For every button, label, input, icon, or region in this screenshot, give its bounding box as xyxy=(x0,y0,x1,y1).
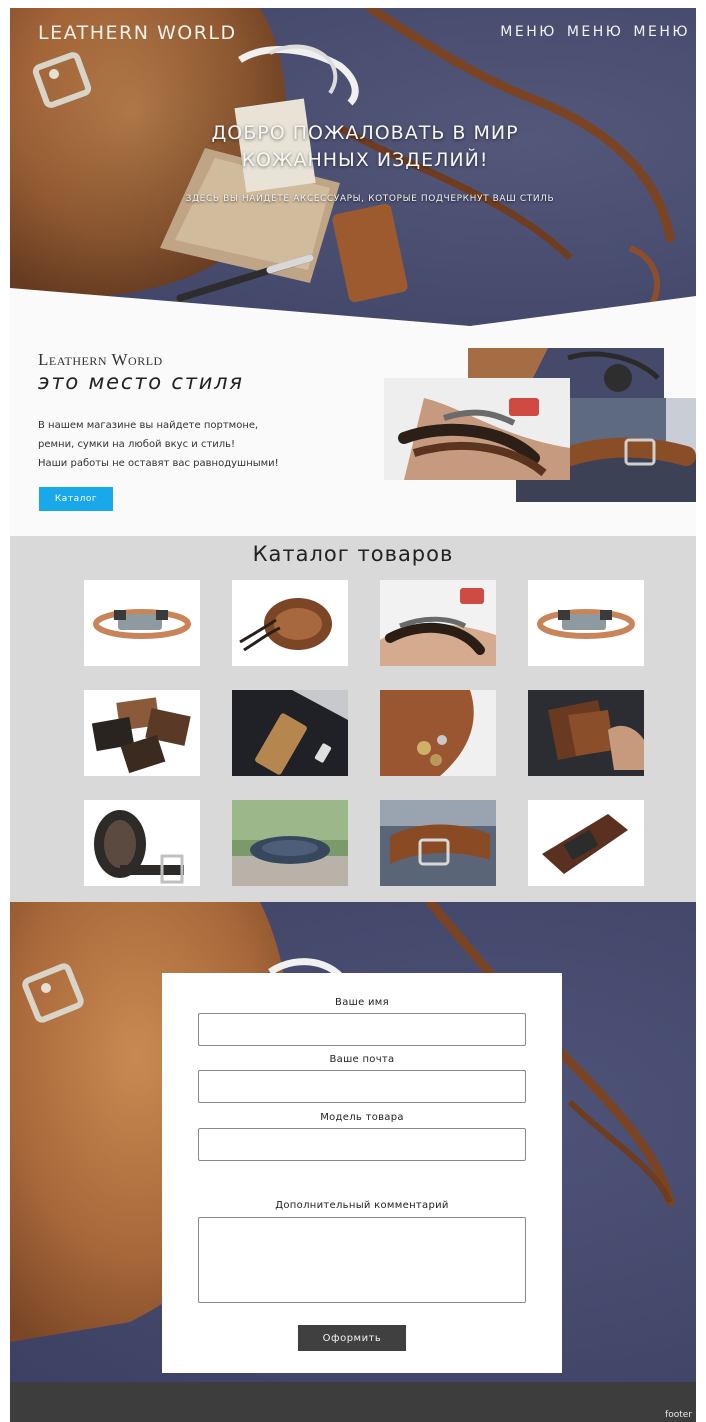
hero-title-line-1: ДОБРО ПОЖАЛОВАТЬ В МИР xyxy=(211,122,519,144)
menu-item-1[interactable]: МЕНЮ xyxy=(500,24,557,40)
email-label: Ваше почта xyxy=(329,1054,395,1065)
catalog-grid xyxy=(84,580,644,890)
about-text-line-2: ремни, сумки на любой вкус и стиль! xyxy=(38,439,236,450)
menu-item-2[interactable]: МЕНЮ xyxy=(567,24,624,40)
product-tile-slim-wallet[interactable] xyxy=(232,690,348,776)
product-tile-brown-belt[interactable] xyxy=(380,800,496,886)
footer-text: footer xyxy=(665,1410,692,1420)
hero-title: ДОБРО ПОЖАЛОВАТЬ В МИР КОЖАННЫХ ИЗДЕЛИЙ! xyxy=(150,120,580,174)
collage-image-bracelets xyxy=(384,378,570,480)
photo-collage xyxy=(384,348,696,518)
product-tile-coin-purse[interactable] xyxy=(380,690,496,776)
catalog-title: Каталог товаров xyxy=(252,542,454,566)
product-tile-wide-cuff[interactable] xyxy=(232,580,348,666)
about-text-line-1: В нашем магазине вы найдете портмоне, xyxy=(38,420,259,431)
product-tile-wrist-wrap[interactable] xyxy=(380,580,496,666)
about-section: Leathern World это место стиля В нашем м… xyxy=(10,338,696,536)
order-section: Ваше имя Ваше почта Модель товара Дополн… xyxy=(10,902,696,1382)
about-brand: Leathern World xyxy=(38,350,163,369)
model-label: Модель товара xyxy=(320,1112,404,1123)
model-input[interactable] xyxy=(198,1128,526,1161)
about-text: В нашем магазине вы найдете портмоне, ре… xyxy=(38,416,279,473)
email-input[interactable] xyxy=(198,1070,526,1103)
menu-item-3[interactable]: МЕНЮ xyxy=(633,24,690,40)
product-tile-buckle-belt[interactable] xyxy=(528,800,644,886)
page: LEATHERN WORLD МЕНЮ МЕНЮ МЕНЮ ДОБРО ПОЖА… xyxy=(10,8,696,1422)
product-tile-bracelet-2[interactable] xyxy=(528,580,644,666)
comment-textarea[interactable] xyxy=(198,1217,526,1303)
product-tile-card-holders[interactable] xyxy=(84,690,200,776)
footer: footer xyxy=(10,1382,696,1422)
main-menu: МЕНЮ МЕНЮ МЕНЮ xyxy=(500,24,690,40)
order-form: Ваше имя Ваше почта Модель товара Дополн… xyxy=(162,973,562,1373)
about-tagline: это место стиля xyxy=(38,370,244,394)
product-tile-rolled-belts[interactable] xyxy=(84,800,200,886)
comment-label: Дополнительный комментарий xyxy=(275,1200,449,1211)
submit-order-button[interactable]: Оформить xyxy=(298,1325,406,1351)
product-tile-denim-belt[interactable] xyxy=(232,800,348,886)
site-logo[interactable]: LEATHERN WORLD xyxy=(38,22,237,44)
hero-title-line-2: КОЖАННЫХ ИЗДЕЛИЙ! xyxy=(241,149,489,171)
catalog-button[interactable]: Каталог xyxy=(39,487,113,511)
name-label: Ваше имя xyxy=(335,997,389,1008)
name-input[interactable] xyxy=(198,1013,526,1046)
hero-section: LEATHERN WORLD МЕНЮ МЕНЮ МЕНЮ ДОБРО ПОЖА… xyxy=(10,8,696,338)
about-text-line-3: Наши работы не оставят вас равнодушными! xyxy=(38,458,279,469)
product-tile-bracelet-1[interactable] xyxy=(84,580,200,666)
catalog-section: Каталог товаров xyxy=(10,536,696,902)
hero-subtitle: ЗДЕСЬ ВЫ НАЙДЕТЕ АКСЕССУАРЫ, КОТОРЫЕ ПОД… xyxy=(185,194,555,204)
product-tile-bifold-wallet[interactable] xyxy=(528,690,644,776)
top-nav: LEATHERN WORLD МЕНЮ МЕНЮ МЕНЮ xyxy=(10,20,696,50)
